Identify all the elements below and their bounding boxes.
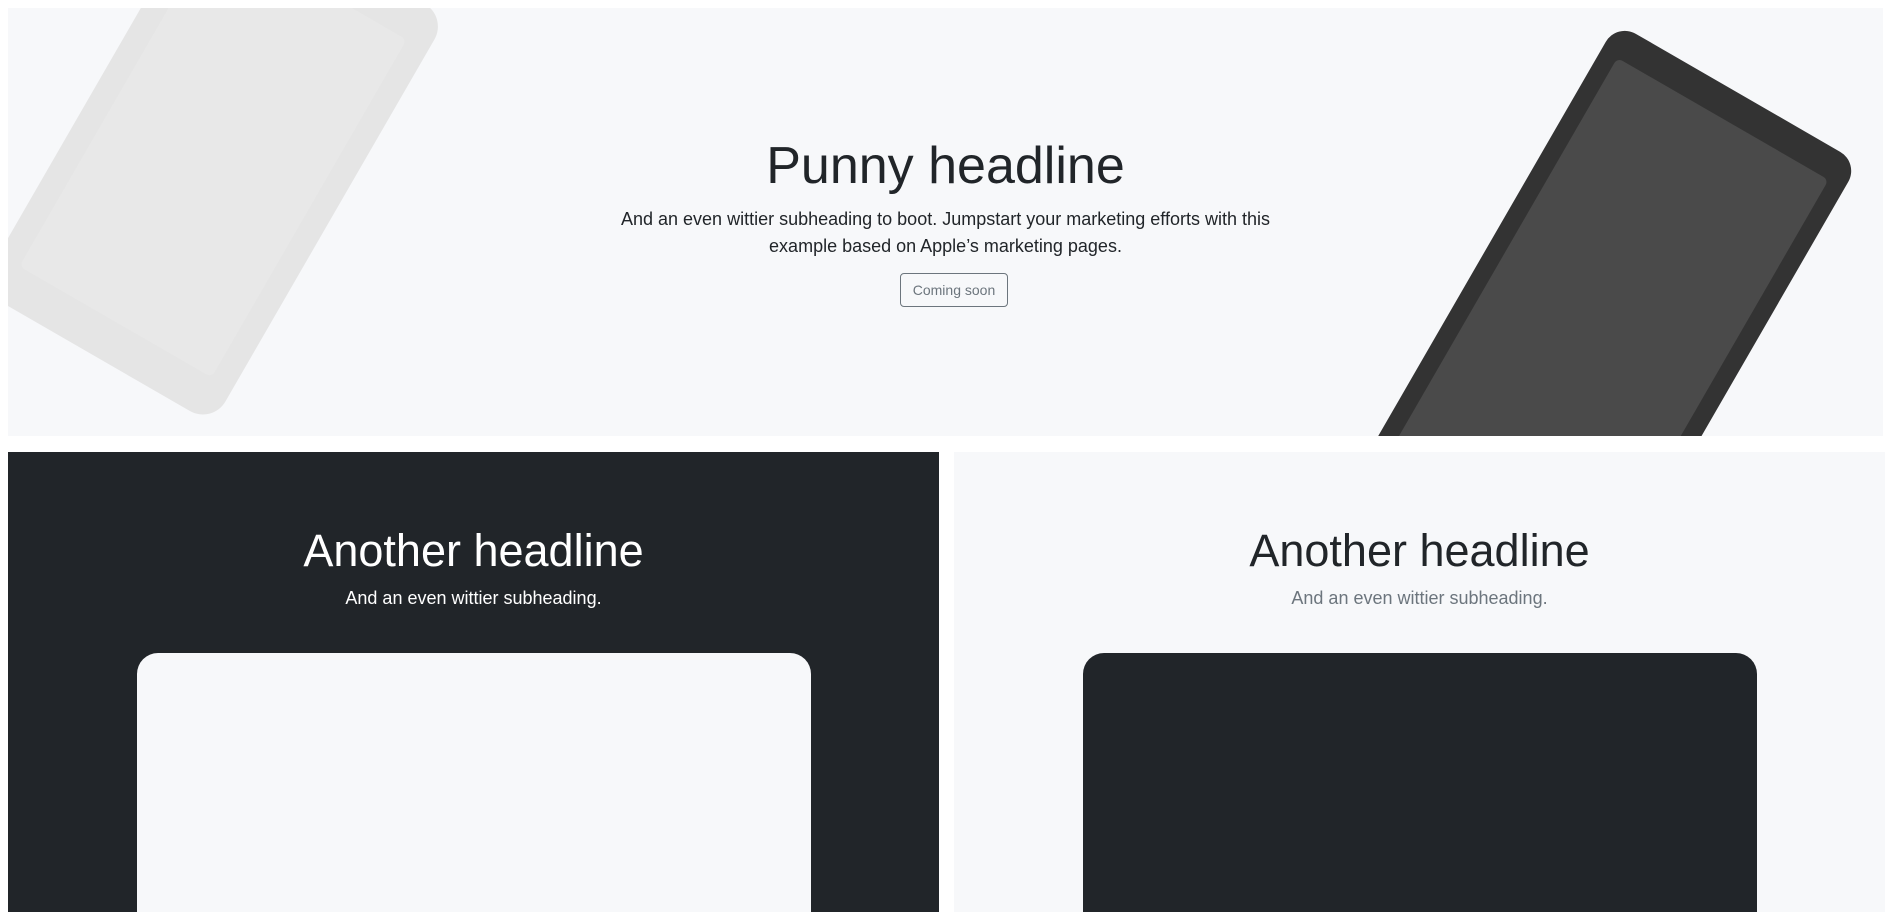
panel-title: Another headline	[1249, 525, 1590, 576]
panel-card	[1083, 653, 1757, 912]
panel-card	[137, 653, 811, 912]
device-screen	[1382, 57, 1829, 436]
hero-title: Punny headline	[766, 137, 1125, 195]
hero-subtitle: And an even wittier subheading to boot. …	[620, 209, 1270, 256]
feature-panel-light: Another headline And an even wittier sub…	[954, 452, 1885, 912]
panel-subtitle: And an even wittier subheading.	[1291, 588, 1548, 608]
decorative-device-left	[8, 8, 448, 425]
hero-section: Punny headline And an even wittier subhe…	[8, 8, 1883, 436]
coming-soon-button[interactable]: Coming soon	[900, 273, 1008, 307]
panel-title: Another headline	[303, 525, 644, 576]
decorative-device-right	[1356, 22, 1860, 436]
panel-subtitle: And an even wittier subheading.	[345, 588, 602, 608]
feature-panel-dark: Another headline And an even wittier sub…	[8, 452, 939, 912]
